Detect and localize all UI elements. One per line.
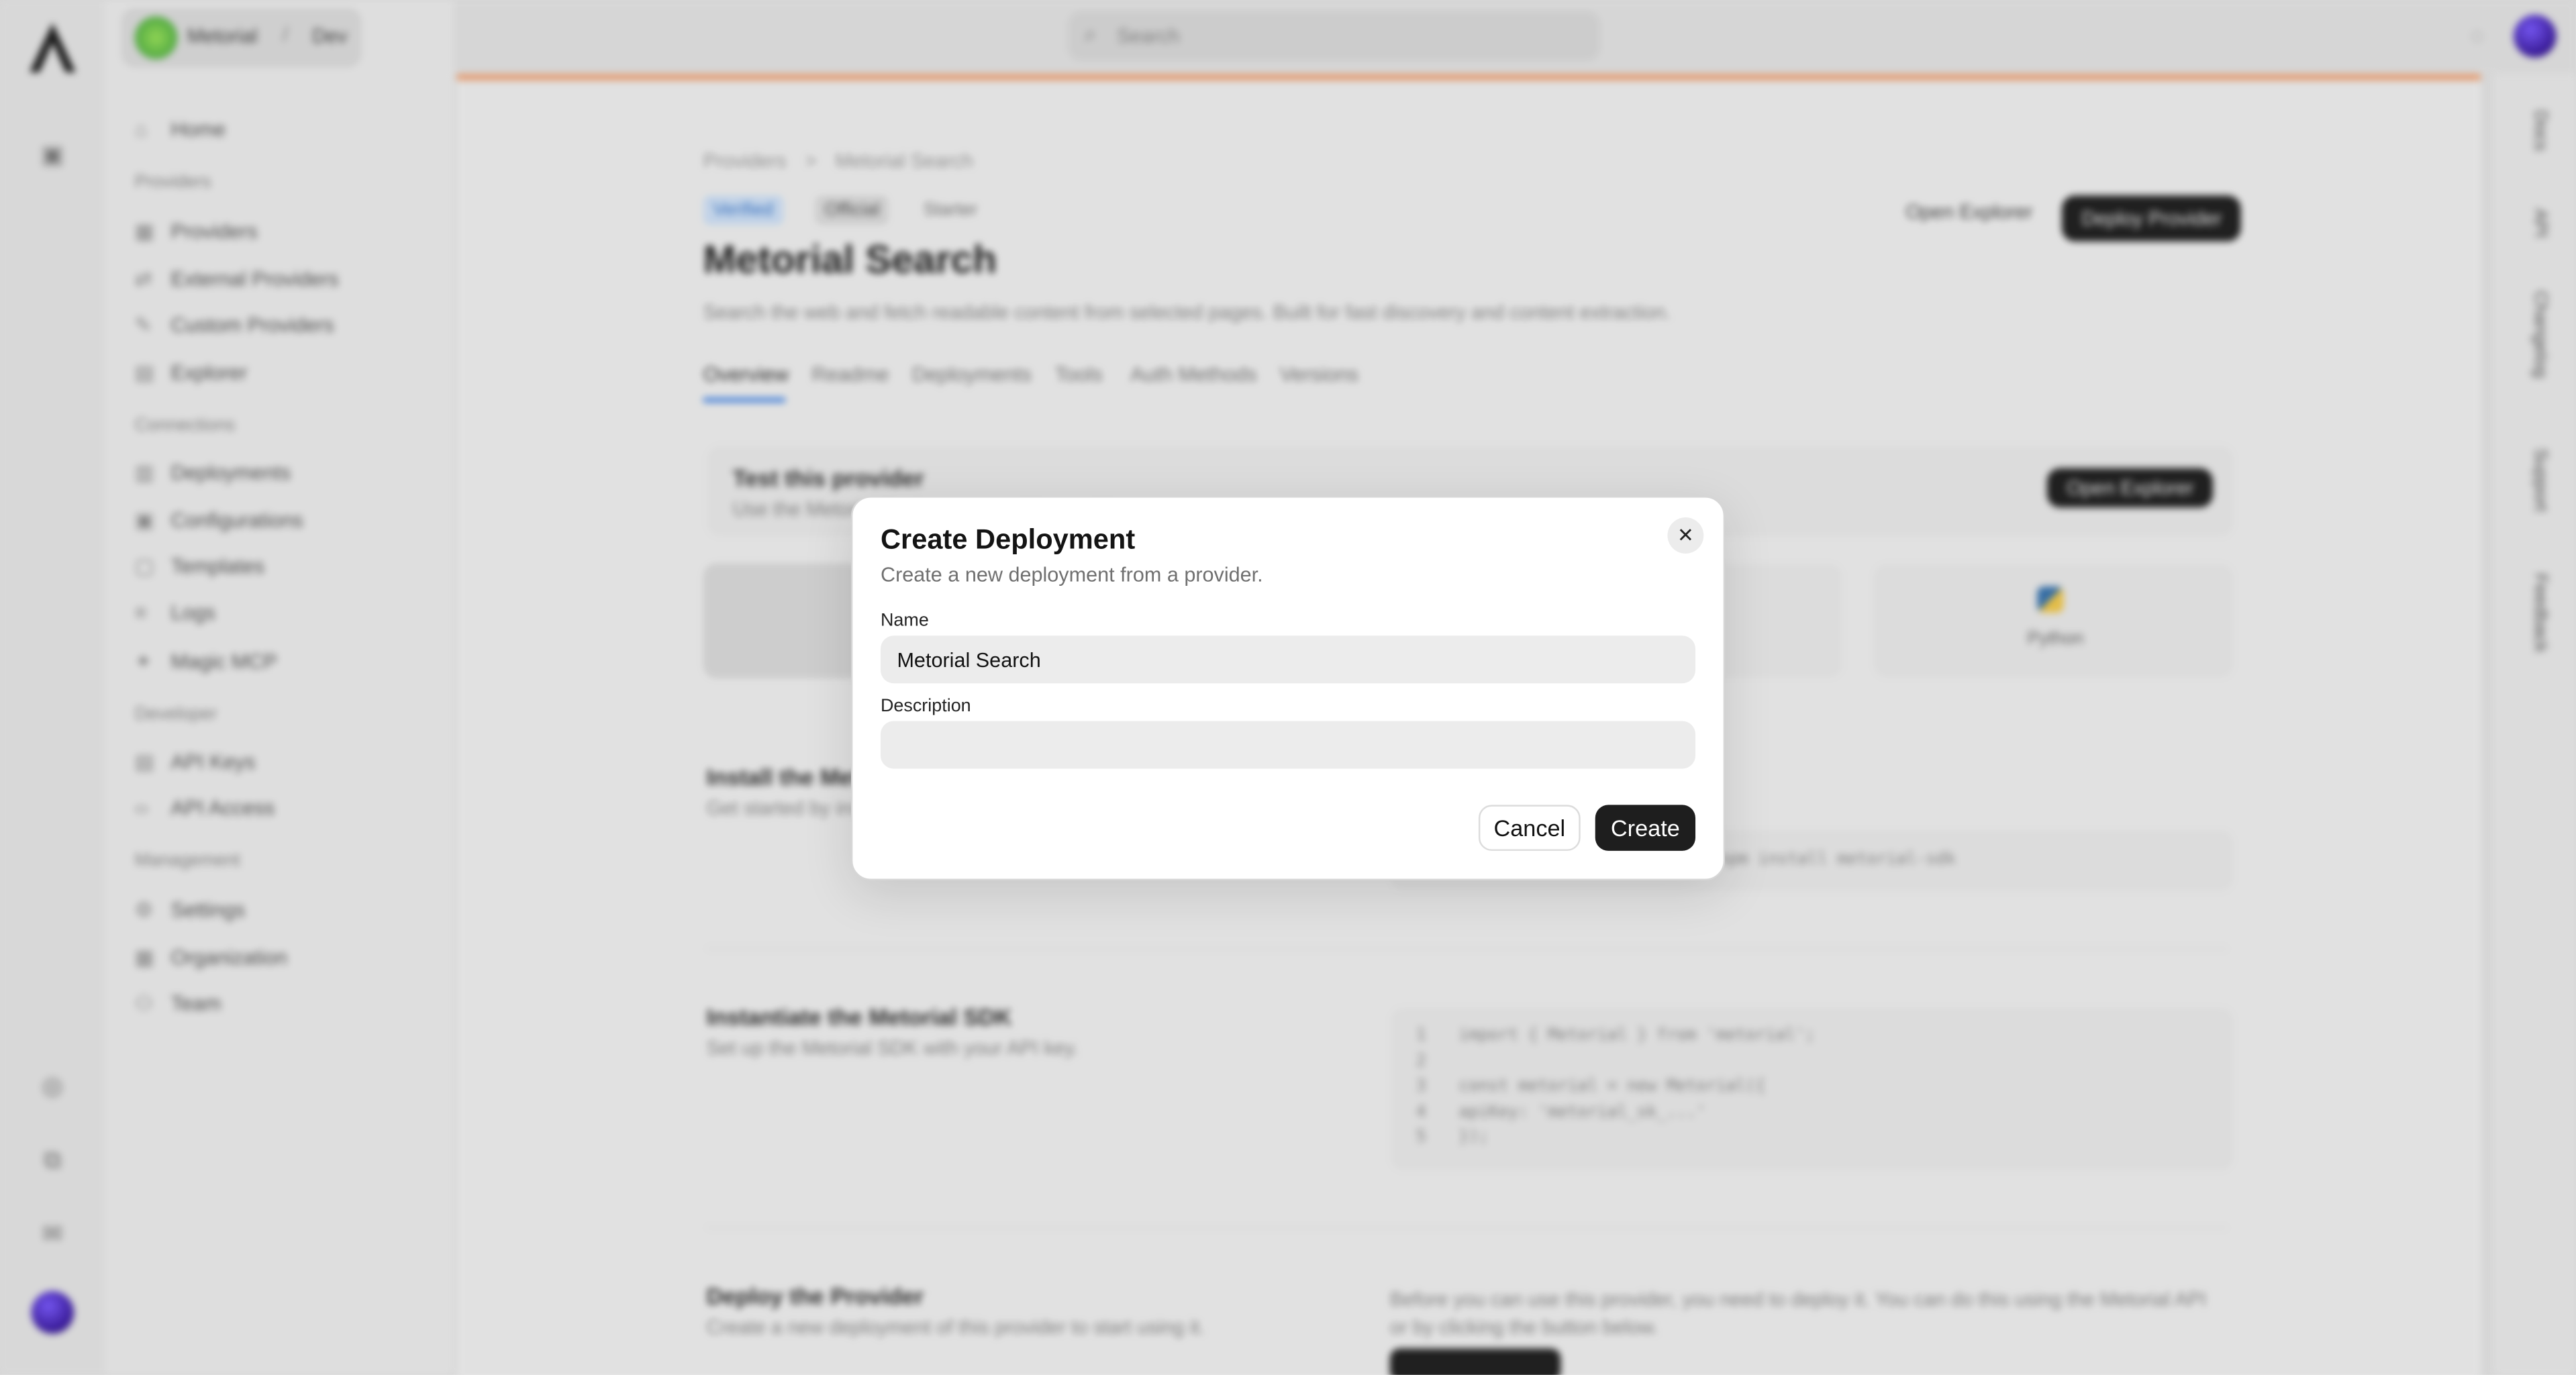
create-deployment-dialog: Create Deployment Create a new deploymen… [850,496,1726,880]
dialog-title: Create Deployment [880,523,1136,556]
close-icon[interactable]: ✕ [1667,517,1704,554]
name-label: Name [880,611,929,631]
cancel-button[interactable]: Cancel [1478,805,1581,851]
create-button[interactable]: Create [1595,805,1696,851]
dialog-subtitle: Create a new deployment from a provider. [880,563,1263,587]
description-field[interactable] [880,721,1696,769]
description-label: Description [880,696,971,717]
name-field[interactable] [880,635,1696,684]
